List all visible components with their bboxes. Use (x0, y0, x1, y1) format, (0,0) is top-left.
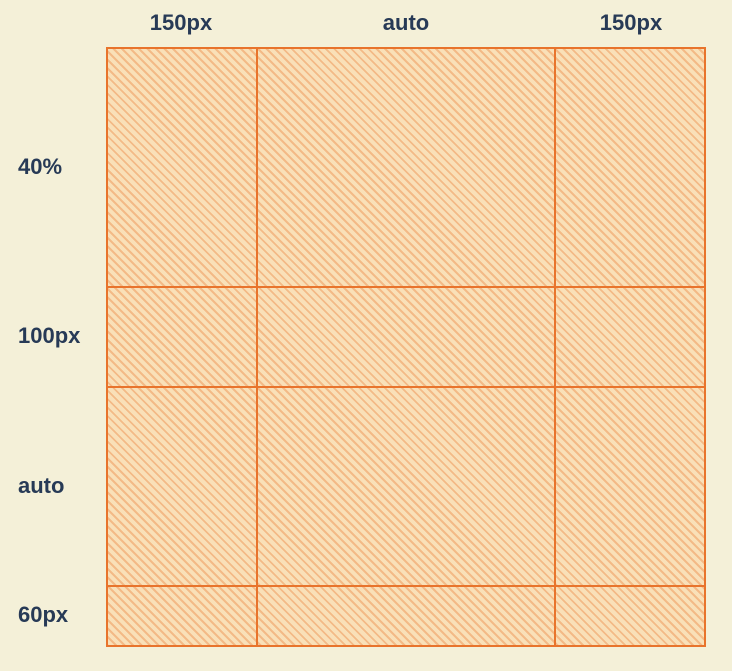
row-label-4: 60px (18, 602, 68, 628)
grid-cell (555, 387, 705, 586)
grid-cell (257, 48, 555, 287)
grid-cell (107, 387, 257, 586)
row-label-3: auto (18, 473, 64, 499)
grid-cell (555, 287, 705, 387)
grid-cell (107, 586, 257, 646)
diagram-stage: 150px auto 150px 40% 100px auto 60px (0, 0, 732, 671)
grid-cell (257, 387, 555, 586)
grid-cell (555, 48, 705, 287)
row-label-2: 100px (18, 323, 80, 349)
row-label-1: 40% (18, 154, 62, 180)
grid-box (106, 47, 706, 647)
col-label-2: auto (383, 10, 429, 36)
col-label-3: 150px (600, 10, 662, 36)
grid-cell (107, 48, 257, 287)
grid-cell (257, 586, 555, 646)
grid-cell (107, 287, 257, 387)
col-label-1: 150px (150, 10, 212, 36)
grid-cell (555, 586, 705, 646)
grid-cell (257, 287, 555, 387)
